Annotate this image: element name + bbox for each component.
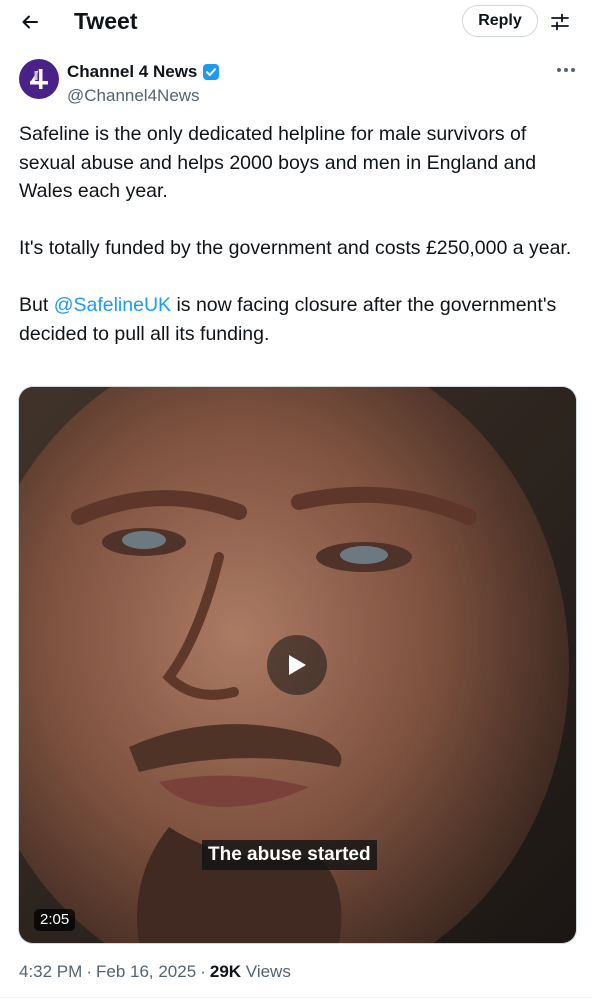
video-duration: 2:05	[34, 909, 76, 931]
video-player[interactable]: The abuse started 2:05	[19, 387, 576, 943]
views-count: 29K	[209, 962, 242, 981]
author-name-text: Channel 4 News	[67, 62, 198, 81]
tweet-text: Safeline is the only dedicated helpline …	[19, 120, 575, 348]
paragraph-3-lead: But	[19, 294, 54, 316]
avatar[interactable]	[19, 59, 59, 99]
author-handle[interactable]: @Channel4News	[67, 85, 200, 107]
page-title: Tweet	[74, 8, 138, 34]
tweet-paragraph-2: It's totally funded by the government an…	[19, 237, 572, 259]
author-name[interactable]: Channel 4 News	[67, 61, 220, 83]
back-button[interactable]	[14, 6, 46, 38]
settings-button[interactable]	[546, 8, 574, 36]
separator-dot: ·	[86, 962, 92, 981]
play-button[interactable]	[267, 635, 327, 695]
video-caption: The abuse started	[202, 840, 377, 870]
divider	[0, 997, 592, 998]
more-dots-icon	[557, 68, 575, 72]
tweet-date[interactable]: Feb 16, 2025	[96, 962, 196, 981]
tweet-meta: 4:32 PM · Feb 16, 2025 · 29K Views	[19, 960, 291, 984]
tweet-time[interactable]: 4:32 PM	[19, 962, 82, 981]
verified-badge-icon	[202, 63, 220, 81]
play-icon	[289, 655, 306, 675]
tweet-paragraph-3: But @SafelineUK is now facing closure af…	[19, 291, 575, 348]
arrow-left-icon	[22, 15, 38, 29]
reply-button[interactable]: Reply	[462, 5, 538, 37]
mention-link[interactable]: @SafelineUK	[54, 294, 171, 316]
separator-dot: ·	[200, 962, 206, 981]
channel4-logo-icon	[30, 69, 48, 89]
sliders-icon	[551, 13, 569, 31]
more-options-button[interactable]	[554, 60, 578, 80]
views-label: Views	[245, 962, 291, 981]
top-bar: Tweet Reply	[0, 0, 592, 44]
tweet-paragraph-1: Safeline is the only dedicated helpline …	[19, 123, 537, 202]
